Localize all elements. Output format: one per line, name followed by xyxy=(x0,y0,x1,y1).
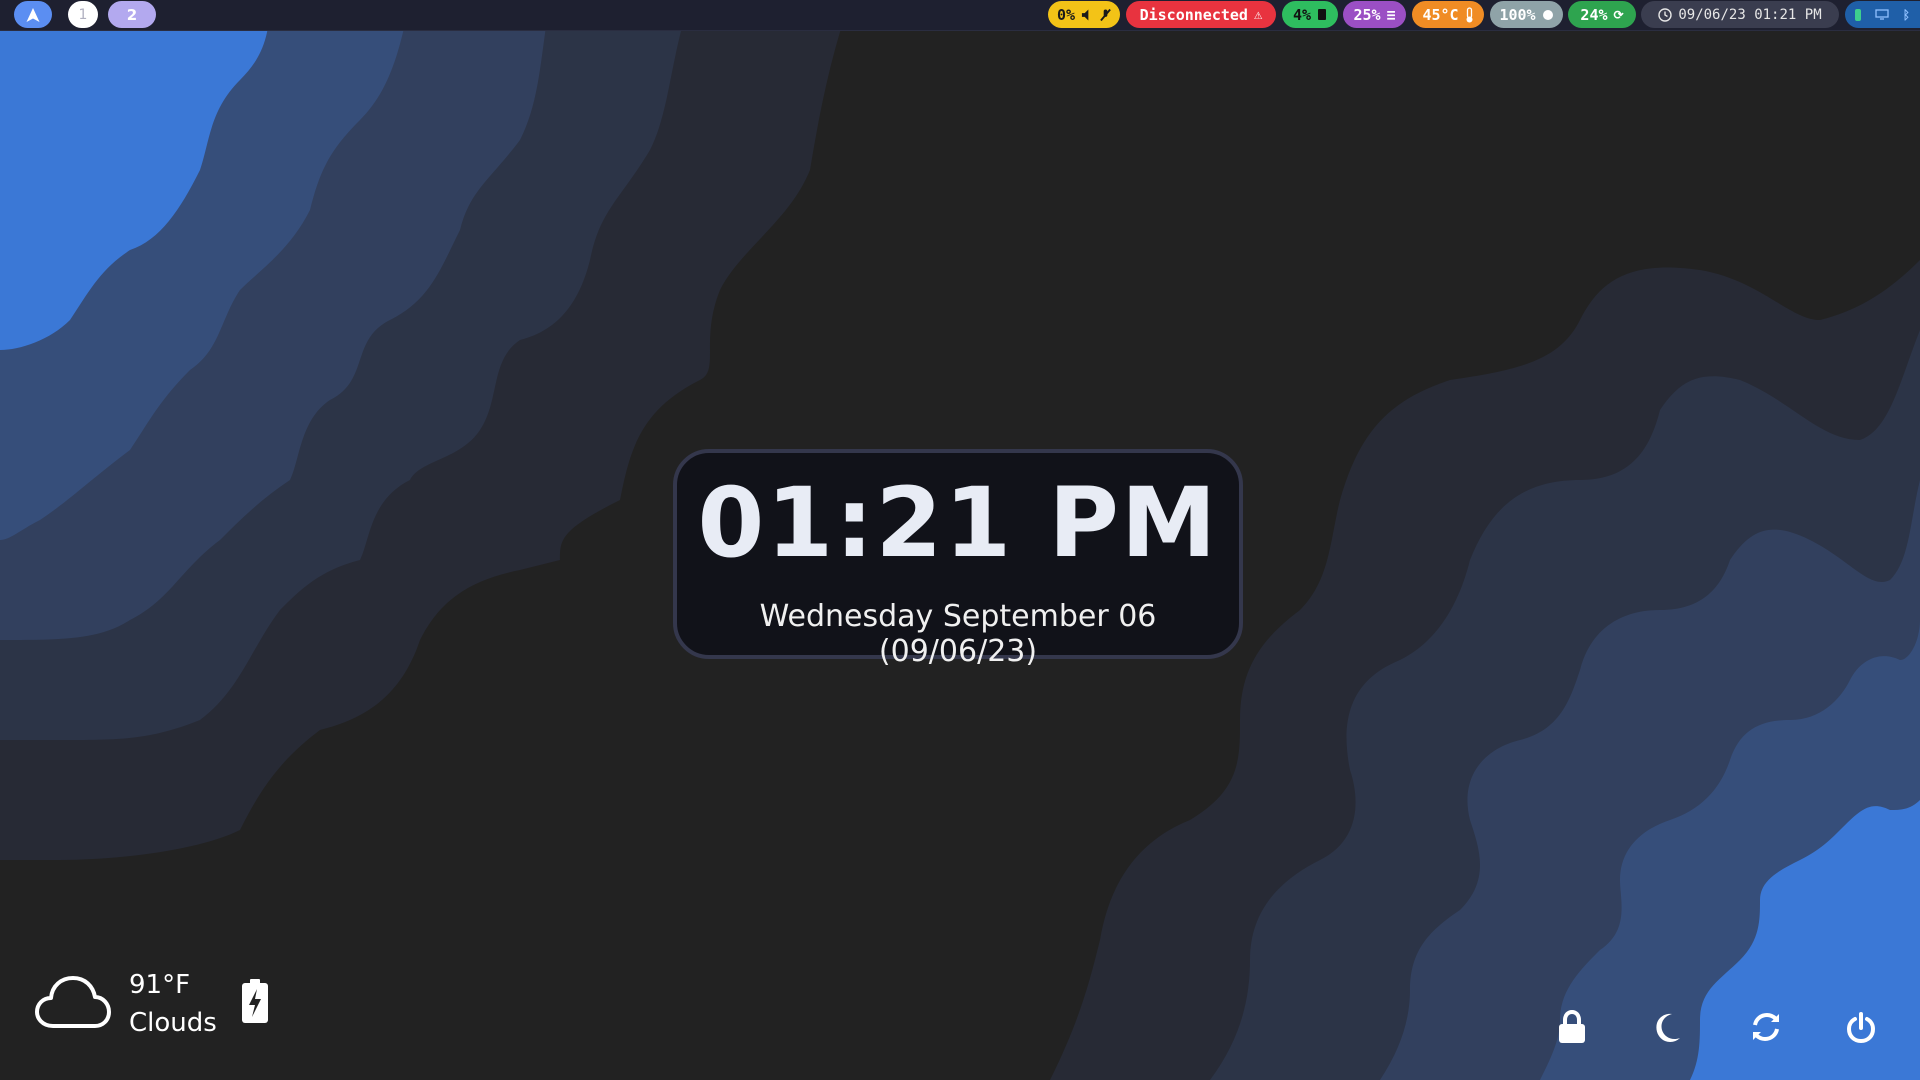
top-bar: 1 2 0% Disconnected ⚠ 4% 25% ≡ 45°C 100%… xyxy=(0,0,1920,31)
power-icon xyxy=(1846,1012,1876,1044)
temperature-label: 45°C xyxy=(1422,5,1459,24)
clock-module[interactable]: 09/06/23 01:21 PM xyxy=(1641,1,1839,28)
battery-module[interactable]: 24% ⟳ xyxy=(1568,1,1636,28)
cloud-icon xyxy=(35,976,111,1028)
reboot-button[interactable] xyxy=(1749,1010,1785,1050)
temperature-module[interactable]: 45°C xyxy=(1412,1,1484,28)
launcher-button[interactable] xyxy=(14,1,52,28)
thermometer-icon xyxy=(1466,6,1473,22)
clock-date: Wednesday September 06 (09/06/23) xyxy=(759,599,1157,669)
battery-label: 24% xyxy=(1580,5,1608,24)
volume-module[interactable]: 0% xyxy=(1048,1,1120,28)
shutdown-button[interactable] xyxy=(1846,1010,1882,1050)
brightness-icon xyxy=(1542,9,1553,20)
refresh-icon xyxy=(1753,1012,1779,1042)
workspace-label: 1 xyxy=(78,6,88,23)
memory-icon: ≡ xyxy=(1386,5,1396,24)
suspend-button[interactable] xyxy=(1654,1010,1690,1050)
clock-module-label: 09/06/23 01:21 PM xyxy=(1678,6,1822,23)
lock-button[interactable] xyxy=(1557,1009,1593,1050)
bluetooth-icon[interactable]: ᛒ xyxy=(1903,8,1910,22)
battery-charging-icon xyxy=(242,979,268,1023)
brightness-label: 100% xyxy=(1499,5,1536,24)
clock-time: 01:21 PM xyxy=(697,467,1219,579)
weather-temperature: 91°F xyxy=(129,970,191,1000)
memory-module[interactable]: 25% ≡ xyxy=(1343,1,1406,28)
network-label: Disconnected xyxy=(1139,5,1248,24)
weather-condition: Clouds xyxy=(129,1008,217,1038)
speaker-icon xyxy=(1081,8,1089,21)
cpu-icon xyxy=(1318,9,1327,20)
moon-icon xyxy=(1656,1013,1680,1042)
cpu-label: 4% xyxy=(1292,5,1312,24)
display-icon[interactable] xyxy=(1875,9,1889,20)
mic-muted-icon xyxy=(1100,8,1111,21)
cpu-module[interactable]: 4% xyxy=(1282,1,1338,28)
weather-info: 91°F Clouds xyxy=(129,966,217,1042)
workspace-label: 2 xyxy=(126,5,138,24)
charging-icon: ⟳ xyxy=(1613,7,1624,22)
clock-widget: 01:21 PM Wednesday September 06 (09/06/2… xyxy=(673,449,1243,669)
memory-label: 25% xyxy=(1353,5,1381,24)
tray-app-icon[interactable] xyxy=(1854,8,1861,21)
lock-icon xyxy=(1559,1009,1585,1043)
clock-icon xyxy=(1658,7,1673,22)
arch-logo-icon xyxy=(26,7,40,22)
network-module[interactable]: Disconnected ⚠ xyxy=(1126,1,1276,28)
workspace-2[interactable]: 2 xyxy=(108,1,156,28)
system-tray: ᛒ xyxy=(1845,1,1920,28)
workspace-1[interactable]: 1 xyxy=(68,1,98,28)
volume-label: 0% xyxy=(1057,5,1076,24)
warning-icon: ⚠ xyxy=(1253,6,1263,23)
brightness-module[interactable]: 100% xyxy=(1490,1,1563,28)
